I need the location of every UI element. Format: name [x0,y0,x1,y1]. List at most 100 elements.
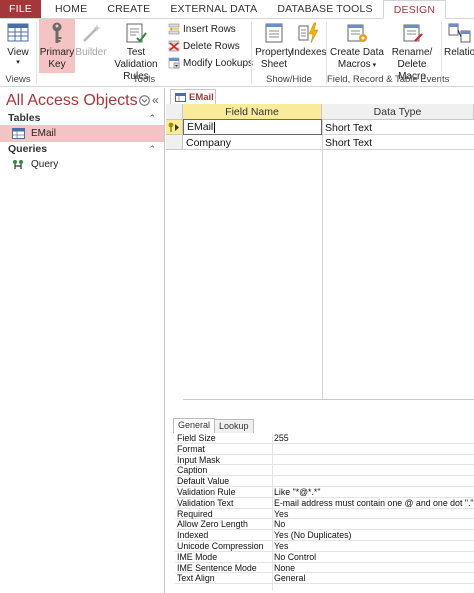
nav-item-label: EMail [31,128,57,139]
property-row[interactable]: Validation Rule Like "*@*.*" [175,487,474,498]
create-data-macros-button[interactable]: Create Data Macros ▾ [330,21,384,72]
insert-rows-icon [168,23,180,35]
tab-database-tools[interactable]: DATABASE TOOLS [267,0,382,18]
property-value[interactable]: No [274,519,285,530]
property-value[interactable]: 255 [274,433,289,444]
tab-general[interactable]: General [173,418,216,433]
property-row[interactable]: IME Sentence Mode None [175,563,474,574]
property-row[interactable]: Allow Zero Length No [175,519,474,531]
wand-icon [79,21,103,45]
group-label-field-events: Field, Record & Table Events [327,74,450,85]
group-field-record-table-events: Create Data Macros ▾ Rename/ Delete Macr… [327,19,450,87]
nav-section-queries[interactable]: Queries ⌃ [0,141,164,157]
delete-rows-button[interactable]: Delete Rows [168,40,240,52]
indexes-label: Indexes [291,47,327,58]
chevron-down-icon: ▾ [370,62,377,69]
property-row[interactable]: Validation Text E-mail address must conta… [175,498,474,509]
property-value[interactable]: None [274,563,295,574]
field-name-cell[interactable]: EMail [183,119,322,135]
tab-design[interactable]: DESIGN [382,0,447,19]
relationships-button[interactable]: Relatio [444,21,474,59]
property-name: Unicode Compression [177,540,264,551]
builder-button[interactable]: Builder [75,21,107,59]
property-value[interactable]: No Control [274,552,316,563]
property-value[interactable]: Yes (No Duplicates) [274,530,351,541]
group-label-show-hide: Show/Hide [266,74,312,85]
data-type-cell[interactable]: Short Text [322,135,474,150]
builder-label: Builder [75,47,107,58]
modify-lookups-button[interactable]: Modify Lookups [168,57,253,69]
row-selector[interactable] [166,120,183,135]
collapse-icon: ⌃ [148,143,156,154]
group-views: View ▾ Views [0,19,36,87]
view-label: View [7,47,29,58]
group-show-hide: Property Sheet Indexes Show/Hide [252,19,327,87]
macro-icon [345,21,369,45]
property-name: Format [177,443,205,454]
primary-key-button[interactable]: Primary Key [39,19,75,73]
grid-corner [166,104,183,120]
property-row[interactable]: Input Mask [175,455,474,466]
relationships-label: Relatio [444,47,474,58]
nav-section-queries-label: Queries [8,143,48,155]
property-row[interactable]: Caption [175,465,474,477]
create-data-macros-label-text: Macros [337,59,371,70]
nav-item-query[interactable]: Query [0,156,164,173]
property-name: Input Mask [177,454,221,465]
test-validation-label: Test Validation [114,47,158,70]
field-name-cell[interactable]: Company [183,135,322,150]
view-button[interactable]: View ▾ [6,21,30,67]
property-row[interactable]: Default Value [175,476,474,487]
property-row[interactable]: IME Mode No Control [175,552,474,563]
delete-rows-icon [168,40,180,52]
primary-key-label: Primary [39,47,75,58]
insert-rows-button[interactable]: Insert Rows [168,23,236,35]
property-value[interactable]: Like "*@*.*" [274,487,320,498]
property-sheet-button[interactable]: Property Sheet [255,21,293,71]
relationships-icon [447,21,471,45]
tab-external-data[interactable]: EXTERNAL DATA [160,0,267,18]
property-name: IME Sentence Mode [177,562,257,573]
row-selector[interactable] [166,135,183,150]
delete-rows-label: Delete Rows [183,40,240,52]
property-row[interactable]: Text Align General [175,573,474,585]
ribbon-tabs: FILE HOME CREATE EXTERNAL DATA DATABASE … [0,0,474,19]
nav-item-email-table[interactable]: EMail [0,125,164,142]
property-value[interactable]: E-mail address must contain one @ and on… [274,498,474,509]
group-label-tools: Tools [132,74,156,85]
validation-icon [124,21,148,45]
nav-section-tables[interactable]: Tables ⌃ [0,110,164,126]
property-row[interactable]: Required Yes [175,509,474,520]
create-data-macros-label-2: Macros ▾ [338,59,376,72]
tab-file[interactable]: FILE [0,0,41,18]
tab-lookup[interactable]: Lookup [214,419,254,433]
property-name: Allow Zero Length [177,519,248,530]
tab-create[interactable]: CREATE [97,0,160,18]
rename-delete-macro-label: Rename/ [391,47,433,58]
property-value[interactable]: General [274,573,305,584]
property-name: Validation Text [177,497,234,508]
document-tab-email[interactable]: EMail [170,89,216,104]
property-name: Text Align [177,573,215,584]
nav-pane-title[interactable]: All Access Objects [6,92,138,110]
nav-menu-icon[interactable] [139,95,150,109]
lightning-icon [297,21,321,45]
property-row[interactable]: Field Size 255 [175,433,474,444]
shutter-bar-close-icon[interactable]: « [152,93,159,107]
property-row[interactable]: Indexed Yes (No Duplicates) [175,530,474,541]
datasheet-view-icon [6,21,30,45]
tab-home[interactable]: HOME [41,0,97,18]
insert-rows-label: Insert Rows [183,23,236,35]
property-value[interactable]: Yes [274,509,288,520]
property-value[interactable]: Yes [274,541,288,552]
chevron-down-icon: ▾ [16,59,20,66]
indexes-button[interactable]: Indexes [291,21,327,59]
create-data-macros-label: Create Data [330,47,384,58]
property-name: Default Value [177,476,230,487]
navigation-pane: All Access Objects « Tables ⌃ EMail Quer… [0,88,165,593]
data-type-cell[interactable]: Short Text [322,120,474,135]
collapse-icon: ⌃ [148,112,156,123]
property-name: Field Size [177,433,216,443]
property-row[interactable]: Unicode Compression Yes [175,541,474,552]
property-row[interactable]: Format [175,444,474,455]
